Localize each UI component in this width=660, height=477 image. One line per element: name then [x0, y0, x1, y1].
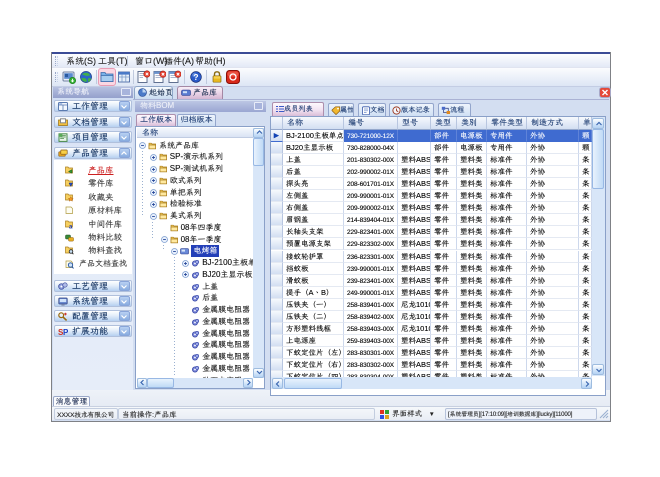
svg-text:P: P	[63, 328, 68, 336]
svg-text:?: ?	[193, 72, 198, 82]
